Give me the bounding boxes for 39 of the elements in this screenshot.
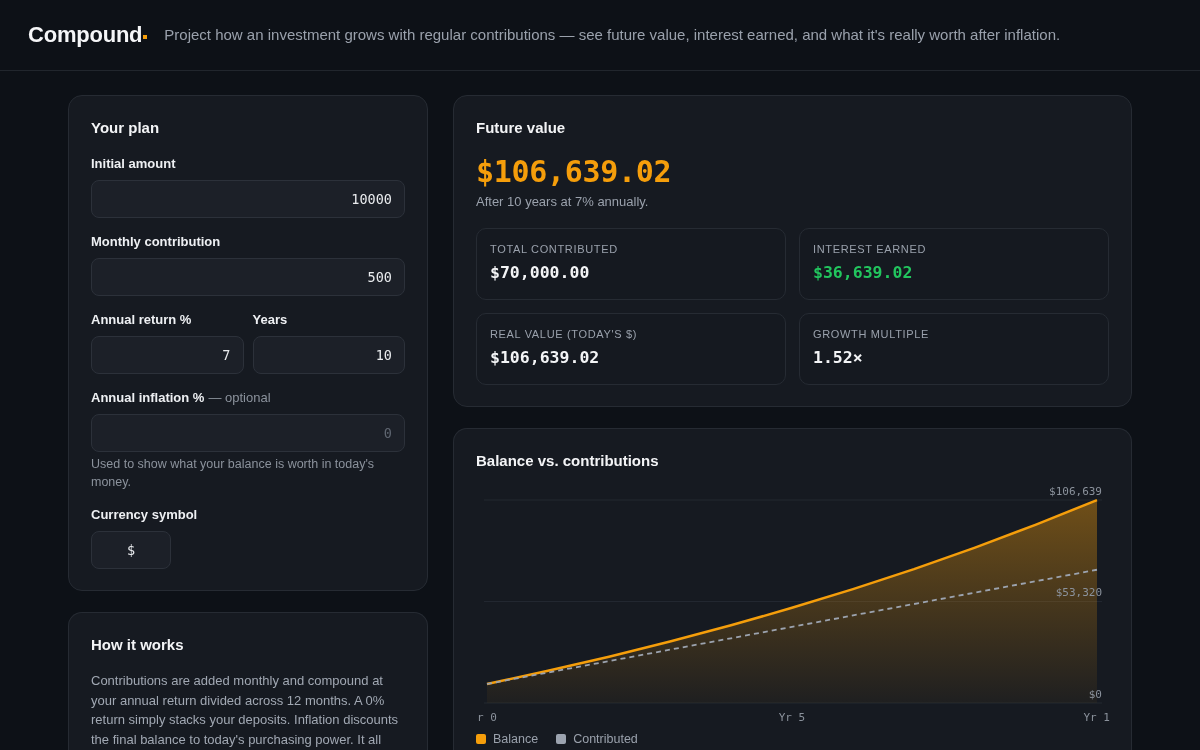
field-label: Monthly contribution [91, 234, 221, 250]
stat-value: 1.52× [813, 347, 864, 369]
chart-title: Balance vs. contributions [476, 451, 660, 471]
input-field[interactable]: 0 [91, 414, 405, 452]
legend-label: Contributed [573, 731, 638, 747]
logo-text: Compound [28, 22, 143, 48]
stat-value: $70,000.00 [490, 262, 591, 284]
input-field[interactable]: $ [91, 531, 171, 569]
hint-text: Used to show what your balance is worth in today's money. [91, 456, 376, 491]
field-label: Annual inflation % [91, 390, 205, 406]
card-title: Your plan [91, 118, 161, 138]
tagline-text: Project how an investment grows with regular contributions — see future value, interest earned, and what it's really worth after inflation. [164, 25, 1061, 45]
input-field[interactable]: 10 [252, 336, 405, 374]
axis-label: $53,320 [1055, 586, 1102, 600]
field-label: Initial amount [91, 156, 176, 172]
stat-label: REAL VALUE (TODAY'S $) [490, 327, 639, 342]
axis-label: $0 [1088, 688, 1102, 701]
axis-label: r 0 [477, 711, 497, 724]
input-field[interactable]: 500 [91, 258, 405, 296]
caption-text: After 10 years at 7% annually. [476, 193, 650, 211]
field-label: Currency symbol [91, 507, 198, 523]
stat-label: TOTAL CONTRIBUTED [490, 242, 619, 257]
card-title: How it works [91, 635, 185, 655]
stat-value: $106,639.02 [490, 347, 601, 369]
field-label: Years [252, 312, 288, 328]
optional-note: — optional [208, 390, 271, 406]
card-title: Future value [476, 118, 567, 138]
legend-label: Balance [493, 731, 539, 747]
input-field[interactable]: 10000 [91, 180, 405, 218]
stat-value: $36,639.02 [813, 262, 914, 284]
stat-label: GROWTH MULTIPLE [813, 327, 931, 342]
axis-label: $106,639 [1049, 485, 1102, 498]
stat-label: INTEREST EARNED [813, 242, 927, 257]
axis-label: Yr 5 [778, 711, 806, 724]
input-field[interactable]: 7 [91, 336, 244, 374]
axis-label: Yr 1 [1083, 711, 1110, 724]
future-value-amount: $106,639.02 [476, 154, 673, 190]
field-label: Annual return % [91, 312, 192, 328]
description-text: Contributions are added monthly and compound at your annual return divided across 12 months. A 0% return simply stacks your deposits. Inflation discounts the final balance to today's purchasing power. It all [91, 672, 400, 749]
